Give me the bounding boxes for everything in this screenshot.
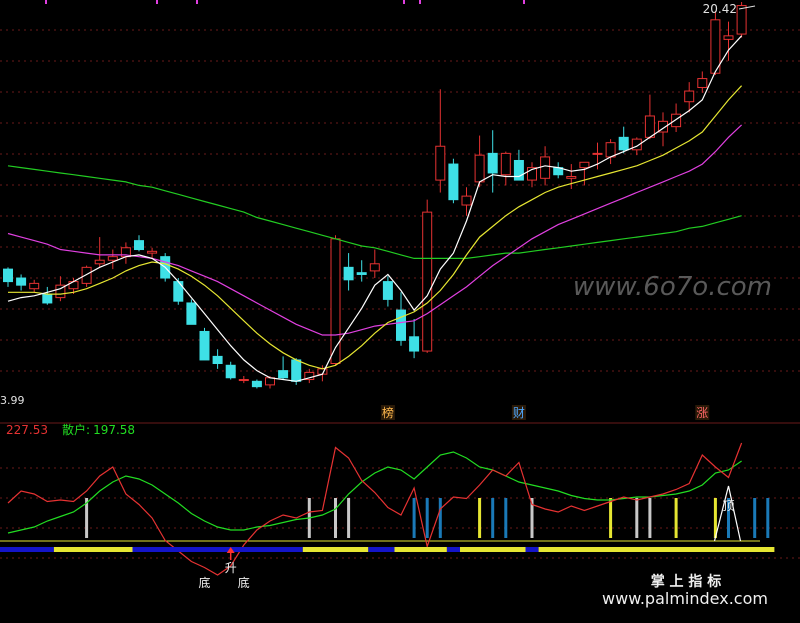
band-segment [132, 547, 303, 552]
candle-body [487, 152, 498, 174]
candle-body [81, 266, 92, 284]
candle-body [291, 359, 302, 382]
candle-body [16, 277, 27, 286]
candle-body [265, 377, 275, 386]
signal-bar [478, 498, 482, 538]
event-tag-label: 财 [513, 406, 525, 420]
footer-brand: 掌 上 指 标 [651, 573, 722, 590]
band-segment [0, 547, 54, 552]
signal-bar [438, 498, 442, 538]
candle-body [435, 145, 446, 181]
candle-body [330, 238, 341, 365]
candle-body [566, 176, 577, 179]
candle-body [671, 113, 682, 128]
candle [448, 158, 459, 204]
band-segment [446, 547, 460, 552]
band-segment [460, 547, 526, 552]
red-series-value: 227.53 [6, 423, 48, 437]
band-segment [368, 547, 395, 552]
candle-body [605, 142, 616, 158]
candle-body [343, 266, 354, 281]
candle-body [736, 5, 747, 35]
signal-bar [491, 498, 495, 538]
candle-body [29, 282, 40, 290]
candle-body [238, 379, 249, 382]
signal-bar [753, 498, 757, 538]
event-tag-label: 涨 [696, 405, 708, 420]
signal-bar [766, 498, 770, 538]
candle-body [448, 163, 459, 201]
watermark: www.6o7o.com [573, 272, 772, 302]
green-series-value: 197.58 [93, 423, 135, 437]
candle-body [278, 370, 289, 379]
signal-bar [412, 498, 416, 538]
candle [330, 235, 341, 366]
candle [736, 2, 747, 38]
indicator-marker-label: 底 [198, 575, 210, 590]
candle-body [212, 355, 223, 365]
price-high-label: 20.42 [703, 2, 737, 16]
signal-bar [504, 498, 508, 538]
candle-body [199, 330, 210, 361]
candle-body [500, 152, 511, 176]
candle-body [369, 263, 380, 272]
green-series-separator: : [86, 423, 90, 437]
green-series-legend: 散户: 197.58 [62, 422, 135, 437]
signal-bar [674, 498, 678, 538]
candle [422, 199, 433, 353]
candle-body [540, 156, 551, 179]
candle-body [579, 161, 590, 169]
candle-body [409, 336, 420, 352]
signal-bar [635, 498, 639, 538]
candle-body [3, 268, 13, 283]
candle-body [723, 35, 734, 40]
candle-body [474, 154, 485, 183]
candle-body [618, 136, 629, 151]
candle-body [107, 256, 118, 261]
candle-body [94, 259, 105, 265]
candle-body [356, 272, 367, 275]
signal-bar [334, 498, 337, 538]
signal-bar [609, 498, 613, 538]
candle [186, 299, 197, 325]
band-segment [394, 547, 447, 552]
candle-body [42, 293, 53, 304]
candle-body [592, 152, 603, 155]
indicator-marker-label: 底 [238, 575, 250, 590]
indicator-band [0, 547, 775, 552]
candle-body [513, 159, 524, 181]
candle-body [644, 115, 655, 138]
event-tag-label: 榜 [382, 405, 394, 420]
candle-body [684, 90, 695, 103]
candle-body [147, 250, 158, 254]
footer-url: www.palmindex.com [602, 589, 768, 608]
band-segment [53, 547, 133, 552]
band-segment [538, 547, 775, 552]
candle-body [134, 240, 144, 251]
indicator-marker-label: 顶 [722, 499, 734, 513]
indicator-marker-label: 升 [225, 561, 237, 575]
signal-bar [648, 498, 652, 538]
candle-body [422, 211, 433, 352]
candle-body [461, 195, 472, 206]
candle [251, 379, 262, 389]
chart: www.6o7o.com 20.42 3.99 榜 财 涨 227.53 散户: 19… [0, 0, 800, 623]
green-series-name: 散户 [62, 422, 86, 437]
candle-body [251, 380, 262, 388]
price-low-label: 3.99 [0, 394, 25, 407]
signal-bar [347, 498, 351, 538]
candle-body [382, 281, 393, 300]
band-segment [302, 547, 369, 552]
candle [199, 327, 210, 361]
candle-body [697, 78, 708, 88]
candle-body [396, 309, 406, 341]
band-segment [525, 547, 539, 552]
candle-body [225, 364, 236, 379]
candle-body [186, 302, 197, 325]
signal-bar [425, 498, 429, 538]
